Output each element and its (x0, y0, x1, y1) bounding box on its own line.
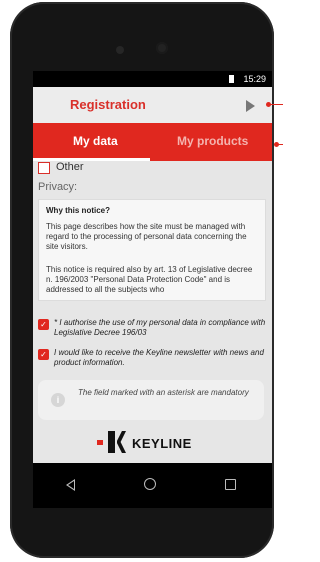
other-label: Other (56, 161, 84, 173)
logo-k-mark (108, 431, 128, 453)
status-bar: 15:29 (33, 71, 272, 87)
tab-bar: My data My products (33, 123, 272, 161)
tab-selected-indicator (33, 158, 150, 161)
mandatory-info-box: i The field marked with an asterisk are … (38, 380, 264, 420)
privacy-notice-box[interactable]: Why this notice? This page describes how… (38, 199, 266, 301)
play-icon[interactable] (246, 100, 255, 112)
consent-personal-data-label: * I authorise the use of my personal dat… (54, 318, 266, 337)
battery-icon (229, 75, 234, 83)
mandatory-note: The field marked with an asterisk are ma… (78, 388, 249, 397)
home-circle-icon[interactable] (144, 478, 156, 490)
front-camera (156, 42, 168, 54)
callout-dot (266, 102, 271, 107)
callout-dot (274, 142, 279, 147)
speaker-dot (116, 46, 124, 54)
page-title: Registration (70, 97, 146, 112)
notice-title: Why this notice? (46, 206, 110, 215)
info-icon: i (51, 393, 65, 407)
android-nav-bar (33, 463, 272, 508)
status-time: 15:29 (243, 74, 266, 84)
app-screen: 15:29 Registration My data My products O… (33, 71, 272, 508)
keyline-logo: KEYLINE (97, 430, 217, 456)
tab-my-products[interactable]: My products (177, 134, 248, 148)
privacy-label: Privacy: (38, 181, 78, 193)
tab-my-data[interactable]: My data (73, 134, 118, 148)
notice-paragraph: This page describes how the site must be… (46, 222, 247, 251)
notice-paragraph: This notice is required also by art. 13 … (46, 265, 253, 294)
logo-red-dot (97, 440, 103, 445)
checkbox-checked-icon[interactable]: ✓ (38, 349, 49, 360)
checkbox-empty-icon[interactable] (38, 162, 50, 174)
checkbox-checked-icon[interactable]: ✓ (38, 319, 49, 330)
app-bar: Registration (33, 87, 272, 123)
logo-wordmark: KEYLINE (132, 436, 192, 451)
consent-newsletter-label: I would like to receive the Keyline news… (54, 348, 264, 367)
recent-square-icon[interactable] (225, 479, 236, 490)
